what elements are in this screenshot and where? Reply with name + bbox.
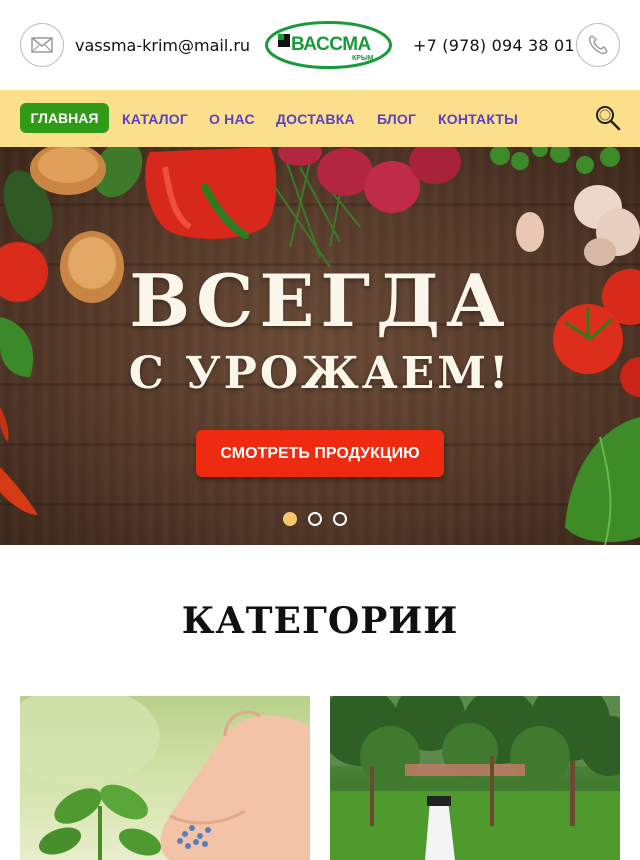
view-products-button[interactable]: СМОТРЕТЬ ПРОДУКЦИЮ <box>196 430 444 477</box>
seeds-hand-image <box>20 696 310 860</box>
mail-icon-button[interactable] <box>20 23 64 67</box>
hero-slider: ВСЕГДА С УРОЖАЕМ! СМОТРЕТЬ ПРОДУКЦИЮ <box>0 147 640 545</box>
slider-dot-2[interactable] <box>308 512 322 526</box>
top-header: vassma-krim@mail.ru ВАССМА КРЫМ +7 (978)… <box>0 0 640 90</box>
nav-item-contacts[interactable]: КОНТАКТЫ <box>438 111 518 127</box>
main-nav: ГЛАВНАЯ КАТАЛОГ О НАС ДОСТАВКА БЛОГ КОНТ… <box>0 90 640 147</box>
logo-graphic: ВАССМА КРЫМ <box>265 21 392 69</box>
category-card-irrigation[interactable] <box>330 696 620 860</box>
slider-dot-3[interactable] <box>333 512 347 526</box>
search-icon[interactable] <box>595 105 621 131</box>
nav-item-about[interactable]: О НАС <box>209 111 255 127</box>
hero-subtitle: С УРОЖАЕМ! <box>128 348 512 399</box>
nav-item-blog[interactable]: БЛОГ <box>377 111 416 127</box>
garden-irrigation-image <box>330 696 620 860</box>
phone-icon <box>588 35 608 55</box>
svg-text:КРЫМ: КРЫМ <box>352 55 374 62</box>
email-link[interactable]: vassma-krim@mail.ru <box>75 36 250 55</box>
category-card-seeds[interactable] <box>20 696 310 860</box>
brand-logo[interactable]: ВАССМА КРЫМ <box>264 20 393 70</box>
phone-number[interactable]: +7 (978) 094 38 01 <box>413 36 575 55</box>
slider-dot-1[interactable] <box>283 512 297 526</box>
svg-text:ВАССМА: ВАССМА <box>291 34 372 55</box>
nav-item-delivery[interactable]: ДОСТАВКА <box>276 111 355 127</box>
nav-item-home[interactable]: ГЛАВНАЯ <box>20 103 109 133</box>
categories-heading: КАТЕГОРИИ <box>181 600 459 642</box>
vegetables-decoration <box>0 147 640 545</box>
hero-title: ВСЕГДА <box>129 258 511 343</box>
envelope-icon <box>31 37 53 53</box>
phone-icon-button[interactable] <box>576 23 620 67</box>
nav-item-catalog[interactable]: КАТАЛОГ <box>122 111 188 127</box>
